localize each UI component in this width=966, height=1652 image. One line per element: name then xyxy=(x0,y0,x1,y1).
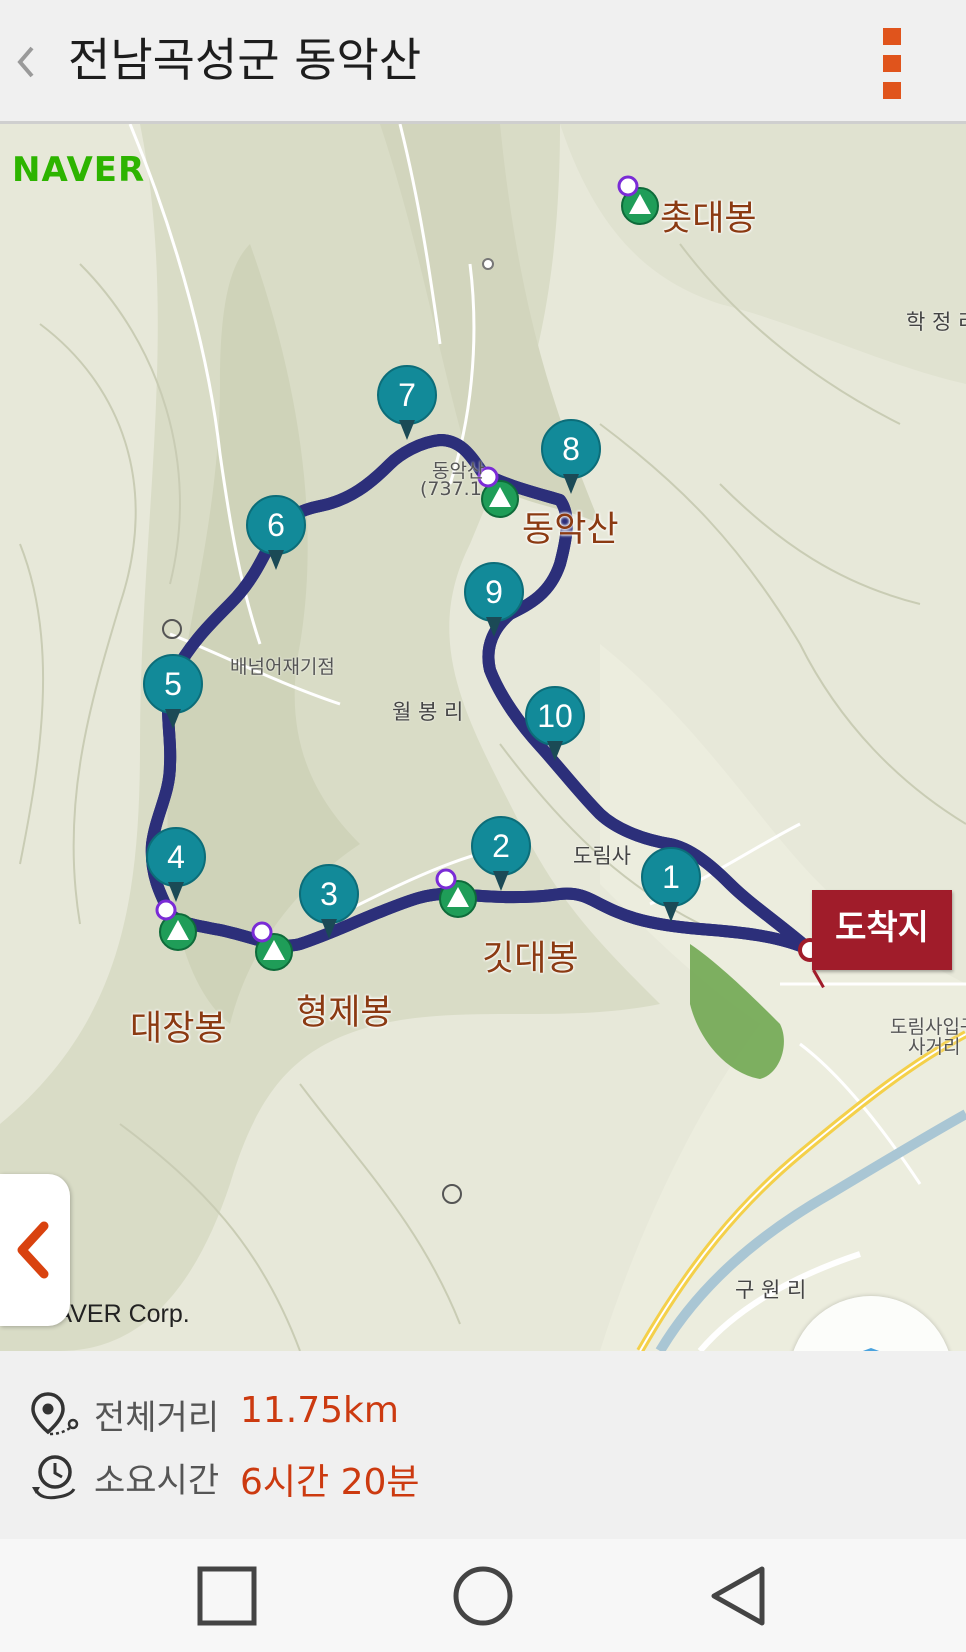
side-panel-toggle[interactable] xyxy=(0,1174,70,1326)
time-value: 6시간 20분 xyxy=(240,1462,420,1503)
peak-label-gitdaebong: 깃대봉 xyxy=(482,939,579,979)
peak-label-dongaksan: 동악산 xyxy=(522,510,619,550)
temple-label-dorimsa: 도림사 xyxy=(573,844,631,868)
more-menu-button[interactable] xyxy=(868,26,916,102)
waypoint-marker[interactable]: 5 xyxy=(143,654,203,738)
village-label-wolbong: 월 봉 리 xyxy=(392,700,464,724)
waypoint-marker[interactable]: 6 xyxy=(246,495,306,579)
waypoint-marker[interactable]: 7 xyxy=(377,365,437,449)
waypoint-marker[interactable]: 2 xyxy=(471,816,531,900)
map-view[interactable]: NAVER 촛대봉 동악산 깃대봉 형제봉 대장봉 동악산 (737.1 학 정… xyxy=(0,124,966,1351)
page-title: 전남곡성군 동악산 xyxy=(68,33,422,87)
time-label: 소요시간 xyxy=(94,1461,220,1501)
waypoint-marker[interactable]: 10 xyxy=(525,686,585,770)
circle-icon xyxy=(453,1566,513,1626)
waypoint-marker[interactable]: 4 xyxy=(146,827,206,911)
waypoint-marker[interactable]: 9 xyxy=(464,562,524,646)
layers-icon xyxy=(862,1348,880,1351)
chevron-left-icon xyxy=(17,46,34,78)
summit-elevation-label: (737.1 xyxy=(420,478,482,500)
peak-label-daejangbong: 대장봉 xyxy=(130,1009,227,1049)
clock-icon xyxy=(32,1455,76,1500)
peak-label-hyeongjebong: 형제봉 xyxy=(296,993,393,1033)
system-back-button[interactable] xyxy=(704,1563,774,1629)
chevron-left-icon xyxy=(17,1221,49,1279)
home-button[interactable] xyxy=(448,1563,518,1629)
junction-label-2: 사거리 xyxy=(908,1036,961,1058)
trail-label-baenoem: 배넘어재기점 xyxy=(230,656,335,678)
system-nav-bar xyxy=(0,1539,966,1652)
back-button[interactable] xyxy=(8,36,44,88)
app-header: 전남곡성군 동악산 xyxy=(0,0,966,124)
village-label-hakjeong: 학 정 리 xyxy=(906,310,966,334)
waypoint-marker[interactable]: 3 xyxy=(299,864,359,948)
map-layer-button[interactable] xyxy=(789,1296,953,1351)
waypoint-marker[interactable]: 8 xyxy=(541,419,601,503)
route-summary: 전체거리 11.75km 소요시간 6시간 20분 xyxy=(0,1351,966,1539)
distance-label: 전체거리 xyxy=(94,1398,220,1438)
peak-label-chotdaebong: 촛대봉 xyxy=(660,199,757,239)
square-icon xyxy=(197,1566,257,1626)
triangle-back-icon xyxy=(711,1566,765,1626)
destination-flag[interactable]: 도착지 xyxy=(812,890,952,970)
naver-logo: NAVER xyxy=(12,150,146,190)
waypoint-marker[interactable]: 1 xyxy=(641,847,701,931)
distance-pin-icon xyxy=(31,1392,79,1436)
distance-value: 11.75km xyxy=(240,1390,399,1431)
more-vertical-icon xyxy=(883,28,901,45)
recent-apps-button[interactable] xyxy=(192,1563,262,1629)
